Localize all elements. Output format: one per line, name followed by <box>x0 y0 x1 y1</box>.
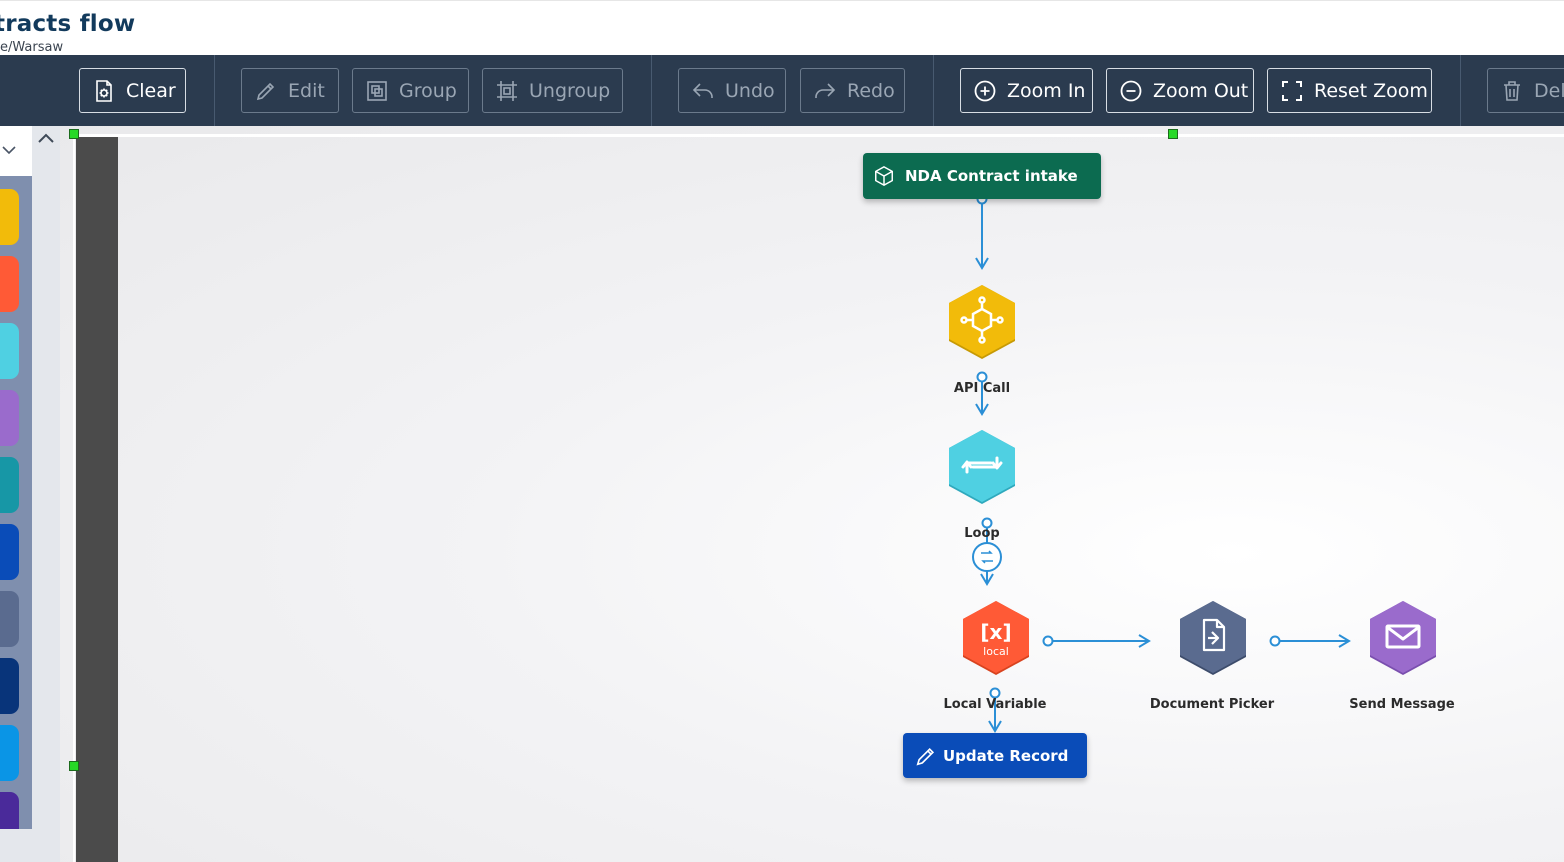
api-call-label: API Call <box>953 381 1011 396</box>
zoom-out-icon <box>1119 79 1143 103</box>
reset-zoom-label: Reset Zoom <box>1314 79 1428 102</box>
zoom-out-button[interactable]: Zoom Out <box>1106 68 1254 113</box>
flow-timezone: e/Warsaw <box>0 40 64 55</box>
zoom-in-label: Zoom In <box>1007 79 1086 102</box>
edit-label: Edit <box>288 79 325 102</box>
redo-button[interactable]: Redo <box>800 68 905 113</box>
selection-handle[interactable] <box>69 761 79 771</box>
palette-tile-local-variable-icon[interactable] <box>0 256 19 312</box>
toolbar-separator <box>933 55 934 126</box>
toolbar-separator <box>214 55 215 126</box>
palette-tile-send-message-icon[interactable] <box>0 390 19 446</box>
local-variable-node[interactable]: [x] local <box>961 599 1031 677</box>
selection-border <box>73 134 75 862</box>
palette-tile-teal-action-icon[interactable] <box>0 457 19 513</box>
undo-icon <box>691 79 715 103</box>
reset-zoom-button[interactable]: Reset Zoom <box>1267 68 1432 113</box>
flow-title: tracts flow <box>0 11 136 37</box>
palette-scrollbar[interactable] <box>32 126 60 862</box>
palette-tile-api-call-icon[interactable] <box>0 189 19 245</box>
undo-label: Undo <box>725 79 775 102</box>
palette-tile-navy-action-icon[interactable] <box>0 658 19 714</box>
palette-tile-update-record-icon[interactable] <box>0 524 19 580</box>
start-node[interactable]: NDA Contract intake <box>863 153 1101 199</box>
palette-tile-loop-icon[interactable] <box>0 323 19 379</box>
loop-node[interactable] <box>947 428 1017 506</box>
group-icon <box>365 79 389 103</box>
selection-handle[interactable] <box>1168 129 1178 139</box>
local-variable-label: Local Variable <box>943 697 1047 712</box>
svg-text:local: local <box>983 645 1009 658</box>
pencil-icon <box>916 747 935 765</box>
toolbar-separator <box>651 55 652 126</box>
group-button[interactable]: Group <box>352 68 469 113</box>
clear-button[interactable]: Clear <box>79 68 186 113</box>
delete-button[interactable]: Del <box>1487 68 1564 113</box>
api-call-node[interactable] <box>947 283 1017 361</box>
redo-label: Redo <box>847 79 895 102</box>
undo-button[interactable]: Undo <box>678 68 786 113</box>
send-message-label: Send Message <box>1349 697 1455 712</box>
pencil-icon <box>254 79 278 103</box>
canvas-top-band <box>76 134 1564 137</box>
edit-button[interactable]: Edit <box>241 68 339 113</box>
zoom-in-button[interactable]: Zoom In <box>960 68 1093 113</box>
delete-label: Del <box>1534 79 1564 102</box>
title-bar: tracts flow e/Warsaw <box>0 0 1564 55</box>
svg-text:[x]: [x] <box>980 620 1011 644</box>
document-picker-node[interactable] <box>1178 599 1248 677</box>
ungroup-label: Ungroup <box>529 79 611 102</box>
clear-document-icon <box>92 79 116 103</box>
chevron-down-icon[interactable] <box>0 141 18 159</box>
redo-icon <box>813 79 837 103</box>
reset-zoom-icon <box>1280 79 1304 103</box>
chevron-up-icon[interactable] <box>36 130 56 148</box>
loop-label: Loop <box>964 526 1000 541</box>
zoom-out-label: Zoom Out <box>1153 79 1249 102</box>
cube-icon <box>875 165 893 187</box>
clear-label: Clear <box>126 79 176 102</box>
ungroup-button[interactable]: Ungroup <box>482 68 623 113</box>
toolbar: Clear Edit Group Ungroup Undo Redo Zoom … <box>0 55 1564 126</box>
palette-tile-sky-action-icon[interactable] <box>0 725 19 781</box>
start-node-label: NDA Contract intake <box>905 167 1078 185</box>
update-record-node[interactable]: Update Record <box>903 733 1087 778</box>
zoom-in-icon <box>973 79 997 103</box>
ungroup-icon <box>495 79 519 103</box>
update-record-label: Update Record <box>943 746 1069 765</box>
group-label: Group <box>399 79 457 102</box>
toolbar-separator <box>1460 55 1461 126</box>
document-picker-label: Document Picker <box>1149 697 1275 712</box>
send-message-node[interactable] <box>1368 599 1438 677</box>
variable-x-icon: [x] local <box>980 620 1011 658</box>
selection-handle[interactable] <box>69 129 79 139</box>
palette-scrollbar-track <box>0 829 60 862</box>
flow-canvas[interactable] <box>60 126 1564 862</box>
canvas-side-strip <box>76 137 118 862</box>
trash-icon <box>1500 79 1524 103</box>
palette-tile-document-picker-icon[interactable] <box>0 591 19 647</box>
